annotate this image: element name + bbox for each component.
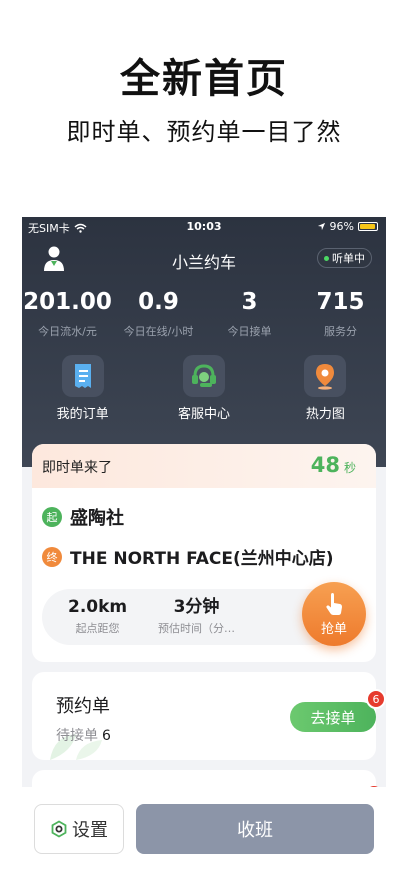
countdown-unit: 秒 [343, 461, 356, 475]
stat-value: 0.9 [138, 289, 179, 315]
bottom-action-bar: 设置 收班 [22, 787, 386, 883]
grab-label: 抢单 [320, 621, 347, 637]
map-pin-icon [316, 364, 335, 390]
end-address-row: 终 THE NORTH FACE(兰州中心店) [42, 544, 334, 569]
instant-order-card[interactable]: 即时单来了 48 秒 起 盛陶社 终 THE NORTH FACE(兰州中心店) … [32, 444, 376, 662]
off-work-button[interactable]: 收班 [136, 804, 374, 854]
pending-label: 待接单 [56, 728, 98, 744]
status-dot-icon [324, 255, 329, 261]
promo-title: 全新首页 [120, 56, 288, 102]
reservation-count-badge: 6 [366, 689, 386, 709]
end-tag: 终 [42, 546, 62, 567]
stat-label: 服务分 [324, 325, 357, 338]
end-address: THE NORTH FACE(兰州中心店) [70, 549, 334, 569]
start-tag: 起 [42, 507, 62, 527]
status-bar: 无SIM卡 10:03 96% [22, 217, 386, 237]
shortcut-heatmap[interactable]: 热力图 [265, 355, 386, 422]
instant-order-title: 即时单来了 [42, 460, 112, 476]
eta-value: 3分钟 [173, 597, 220, 617]
countdown-timer: 48 秒 [311, 453, 356, 477]
shortcut-my-orders[interactable]: 我的订单 [22, 355, 143, 422]
headset-icon [191, 364, 216, 387]
pending-row: 待接单 6 [56, 725, 111, 745]
stat-value: 3 [241, 289, 258, 315]
promo-subtitle: 即时单、预约单一目了然 [66, 118, 342, 146]
grab-order-button[interactable]: 抢单 [302, 582, 366, 646]
stat-orders[interactable]: 3 今日接单 [204, 287, 295, 339]
listening-label: 听单中 [332, 252, 365, 265]
trip-info-pill: 2.0km 起点距您 3分钟 预估时间（分… [42, 589, 342, 645]
shortcut-service-center[interactable]: 客服中心 [143, 355, 264, 422]
shortcut-label: 我的订单 [56, 407, 109, 422]
reservation-card[interactable]: 预约单 待接单 6 去接单 6 [32, 672, 386, 760]
start-address-row: 起 盛陶社 [42, 504, 124, 530]
receipt-icon [74, 364, 91, 388]
shortcut-label: 热力图 [305, 407, 345, 422]
distance-label: 起点距您 [75, 622, 120, 635]
listening-status-badge[interactable]: 听单中 [317, 248, 372, 268]
tap-hand-icon [326, 592, 342, 615]
stat-online-hours[interactable]: 0.9 今日在线/小时 [113, 287, 204, 339]
battery-percent: 96% [329, 220, 354, 233]
phone-screen: 无SIM卡 10:03 96% 小兰约车 听单中 201.00 今日流水/元 0… [22, 217, 386, 883]
navbar: 小兰约车 听单中 [22, 239, 386, 279]
battery-icon [358, 222, 378, 231]
pending-count: 6 [102, 728, 111, 744]
stat-service-score[interactable]: 715 服务分 [295, 287, 386, 339]
take-reservation-button[interactable]: 去接单 [290, 702, 376, 732]
settings-icon [51, 820, 67, 838]
eta-label: 预估时间（分… [158, 622, 235, 635]
settings-button[interactable]: 设置 [34, 804, 124, 854]
stat-value: 201.00 [23, 289, 112, 315]
start-address: 盛陶社 [70, 508, 124, 529]
stat-value: 715 [316, 289, 365, 315]
countdown-value: 48 [310, 453, 340, 477]
stat-label: 今日流水/元 [38, 325, 97, 338]
stat-revenue[interactable]: 201.00 今日流水/元 [22, 287, 113, 339]
stat-label: 今日接单 [227, 325, 272, 338]
stats-row: 201.00 今日流水/元 0.9 今日在线/小时 3 今日接单 715 服务分 [22, 287, 386, 339]
instant-order-header: 即时单来了 48 秒 [32, 444, 376, 488]
distance-block: 2.0km 起点距您 [68, 596, 127, 636]
stat-label: 今日在线/小时 [123, 325, 194, 338]
settings-label: 设置 [72, 820, 108, 841]
shortcut-row: 我的订单 客服中心 热力图 [22, 355, 386, 422]
shortcut-label: 客服中心 [177, 407, 230, 422]
reservation-title: 预约单 [56, 696, 110, 717]
eta-block: 3分钟 预估时间（分… [158, 596, 235, 636]
distance-value: 2.0km [68, 597, 128, 617]
location-arrow-icon [317, 222, 325, 231]
